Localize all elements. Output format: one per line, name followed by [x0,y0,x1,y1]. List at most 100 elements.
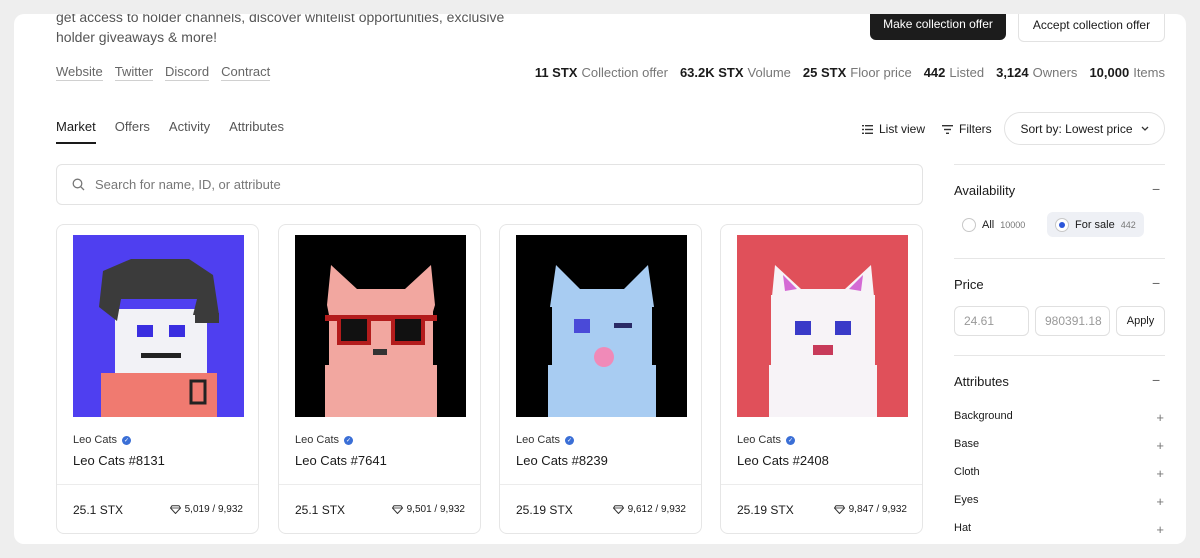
nft-name: Leo Cats #7641 [295,453,387,468]
cat-mouth [141,353,181,358]
tab-activity[interactable]: Activity [169,119,210,144]
make-collection-offer-button[interactable]: Make collection offer [870,14,1006,40]
stat-items: 10,000 Items [1089,65,1165,80]
attribute-eyes[interactable]: Eyes + [954,494,1165,509]
verified-icon: ✓ [344,435,354,445]
nft-image [737,235,908,417]
tab-bar: Market Offers Activity Attributes [56,119,284,144]
expand-icon[interactable]: + [1156,466,1164,481]
rarity-rank: 9,501 / 9,932 [391,504,465,515]
rarity-rank: 9,847 / 9,932 [833,504,907,515]
attribute-background[interactable]: Background + [954,410,1165,425]
verified-icon: ✓ [122,435,132,445]
filters-button[interactable]: Filters [942,122,992,136]
cat-head [771,295,875,375]
cat-mouth [813,345,833,355]
diamond-icon [833,505,845,514]
collapse-availability-icon[interactable]: − [1152,181,1160,197]
search-bar [56,164,923,205]
stat-volume: 63.2K STX Volume [679,65,791,80]
cat-eye-left [795,321,811,335]
tab-market[interactable]: Market [56,119,96,144]
card-divider [500,484,701,485]
stat-collection-offer: 11 STX Collection offer [534,65,668,80]
cat-eye-right [835,321,851,335]
nft-name: Leo Cats #8131 [73,453,165,468]
availability-heading[interactable]: Availability [954,183,1015,198]
expand-icon[interactable]: + [1156,438,1164,453]
nft-image [516,235,687,417]
attributes-heading[interactable]: Attributes [954,374,1009,389]
collection-name: Leo Cats ✓ [73,434,132,446]
cat-body [325,365,437,417]
sort-label: Sort by: Lowest price [1020,121,1133,136]
collection-stats: 11 STX Collection offer 63.2K STX Volume 2… [535,65,1165,80]
card-divider [721,484,922,485]
diamond-icon [612,505,624,514]
availability-option-for-sale[interactable]: For sale 442 [1047,212,1144,237]
nft-price: 25.19 STX [516,503,573,517]
collection-name: Leo Cats ✓ [737,434,796,446]
nft-card[interactable]: Leo Cats ✓ Leo Cats #8131 25.1 STX 5,019 … [56,224,259,534]
price-min-input[interactable] [954,306,1029,336]
rarity-rank: 5,019 / 9,932 [169,504,243,515]
price-apply-button[interactable]: Apply [1116,306,1165,336]
nft-price: 25.19 STX [737,503,794,517]
stat-listed: 442 Listed [923,65,985,80]
glasses-lens-right [391,315,425,345]
tab-attributes[interactable]: Attributes [229,119,284,144]
accept-collection-offer-button[interactable]: Accept collection offer [1018,14,1165,42]
nft-name: Leo Cats #2408 [737,453,829,468]
nft-image [73,235,244,417]
expand-icon[interactable]: + [1156,522,1164,537]
diamond-icon [169,505,181,514]
cat-eye-wink [614,323,632,328]
cat-nose [373,349,387,355]
search-input[interactable] [95,177,855,192]
discord-link[interactable]: Discord [165,64,210,81]
collapse-attributes-icon[interactable]: − [1152,372,1160,388]
cat-eye-right [169,325,185,337]
rarity-rank: 9,612 / 9,932 [612,504,686,515]
collection-description: get access to holder channels, discover … [56,14,505,45]
nft-image [295,235,466,417]
nft-name: Leo Cats #8239 [516,453,608,468]
expand-icon[interactable]: + [1156,410,1164,425]
twitter-link[interactable]: Twitter [114,64,154,81]
attribute-cloth[interactable]: Cloth + [954,466,1165,481]
radio-for-sale[interactable] [1055,217,1069,232]
website-link[interactable]: Website [56,64,103,81]
attribute-base[interactable]: Base + [954,438,1165,453]
list-view-button[interactable]: List view [862,122,925,136]
attribute-hat[interactable]: Hat + [954,522,1165,537]
diamond-icon [391,505,403,514]
price-max-input[interactable] [1035,306,1110,336]
chevron-down-icon [1141,126,1148,131]
nft-price: 25.1 STX [295,503,346,517]
sort-dropdown[interactable]: Sort by: Lowest price [1004,112,1165,145]
tab-offers[interactable]: Offers [115,119,150,144]
radio-all[interactable] [962,217,976,232]
glasses-lens-left [337,315,371,345]
bubble-gum [594,347,614,367]
collection-name: Leo Cats ✓ [295,434,354,446]
expand-icon[interactable]: + [1156,494,1164,509]
verified-icon: ✓ [786,435,796,445]
nft-card[interactable]: Leo Cats ✓ Leo Cats #8239 25.19 STX 9,612… [499,224,702,534]
sidebar-divider [954,355,1165,356]
collection-name: Leo Cats ✓ [516,434,575,446]
cat-eye-left [574,319,590,333]
cat-eye-left [137,325,153,337]
card-divider [57,484,258,485]
nft-card[interactable]: Leo Cats ✓ Leo Cats #2408 25.19 STX 9,847… [720,224,923,534]
collapse-price-icon[interactable]: − [1152,275,1160,291]
collection-page: get access to holder channels, discover … [14,14,1186,544]
price-heading[interactable]: Price [954,277,984,292]
filters-label: Filters [959,122,992,136]
filter-icon [942,124,953,134]
contract-link[interactable]: Contract [221,64,271,81]
nft-card[interactable]: Leo Cats ✓ Leo Cats #7641 25.1 STX 9,501 … [278,224,481,534]
sidebar-divider [954,258,1165,259]
cat-body [769,365,877,417]
availability-option-all[interactable]: All 10000 [954,212,1033,237]
